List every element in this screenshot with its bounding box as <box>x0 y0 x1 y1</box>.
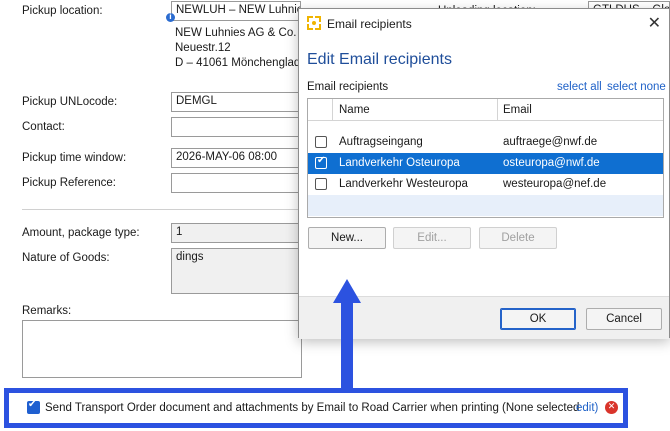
pickup-time-window-label: Pickup time window: <box>22 152 127 164</box>
recipient-row[interactable]: Auftragseingang auftraege@nwf.de <box>308 132 663 153</box>
select-all-link[interactable]: select all <box>557 81 602 93</box>
info-icon[interactable]: i <box>166 13 175 22</box>
error-icon[interactable]: ✕ <box>605 401 618 414</box>
recipient-email: westeuropa@nef.de <box>503 178 607 190</box>
app-icon <box>307 16 321 30</box>
checkmark-icon: ✔ <box>28 399 37 410</box>
delete-button[interactable]: Delete <box>479 227 557 249</box>
column-header-name[interactable]: Name <box>339 104 370 116</box>
recipient-name: Landverkehr Osteuropa <box>339 157 460 169</box>
section-divider <box>22 209 300 210</box>
pickup-time-window-field[interactable]: 2026-MAY-06 08:00 <box>171 148 301 168</box>
recipient-row[interactable]: Landverkehr Westeuropa westeuropa@nef.de <box>308 174 663 195</box>
column-header-email[interactable]: Email <box>503 104 532 116</box>
pickup-location-label: Pickup location: <box>22 5 103 17</box>
select-none-link[interactable]: select none <box>607 81 666 93</box>
contact-label: Contact: <box>22 121 65 133</box>
column-separator <box>497 99 498 121</box>
column-separator <box>332 99 333 121</box>
recipients-grid: Name Email Auftragseingang auftraege@nwf… <box>307 98 664 218</box>
remarks-field[interactable] <box>22 320 302 378</box>
ok-button[interactable]: OK <box>500 308 576 330</box>
up-arrow-annotation-shaft <box>341 300 353 388</box>
close-icon[interactable]: ✕ <box>648 13 661 32</box>
recipient-name: Auftragseingang <box>339 136 423 148</box>
send-email-label: Send Transport Order document and attach… <box>45 402 580 414</box>
recipient-checkbox[interactable] <box>315 178 327 190</box>
pickup-address: NEW Luhnies AG & Co. K Neuestr.12 D – 41… <box>175 26 307 71</box>
dialog-titlebar[interactable]: Email recipients ✕ <box>299 9 669 37</box>
send-email-highlight: ✔ Send Transport Order document and atta… <box>4 388 628 428</box>
dialog-heading: Edit Email recipients <box>307 51 452 68</box>
edit-recipients-link[interactable]: edit) <box>576 402 598 414</box>
send-email-checkbox[interactable]: ✔ <box>27 399 40 414</box>
recipient-row[interactable]: ✔ Landverkehr Osteuropa osteuropa@nwf.de <box>308 153 663 174</box>
recipient-email: auftraege@nwf.de <box>503 136 598 148</box>
address-line: NEW Luhnies AG & Co. K <box>175 27 308 39</box>
recipient-name: Landverkehr Westeuropa <box>339 178 468 190</box>
recipient-checkbox[interactable] <box>315 136 327 148</box>
pickup-reference-label: Pickup Reference: <box>22 177 116 189</box>
recipients-list-label: Email recipients <box>307 81 389 93</box>
edit-button[interactable]: Edit... <box>393 227 471 249</box>
grid-header: Name Email <box>308 99 663 121</box>
new-button[interactable]: New... <box>308 227 386 249</box>
nature-of-goods-field[interactable]: dings <box>171 248 301 294</box>
contact-field[interactable] <box>171 117 301 137</box>
remarks-label: Remarks: <box>22 305 72 317</box>
cancel-button[interactable]: Cancel <box>586 308 662 330</box>
pickup-unlocode-field[interactable]: DEMGL <box>171 92 301 112</box>
recipient-email: osteuropa@nwf.de <box>503 157 600 169</box>
checkmark-icon: ✔ <box>317 155 326 166</box>
address-line: D – 41061 Mönchengladb <box>175 57 307 69</box>
pickup-reference-field[interactable] <box>171 173 301 193</box>
new-row-placeholder[interactable] <box>308 195 663 216</box>
pickup-unlocode-label: Pickup UNLocode: <box>22 96 118 108</box>
recipient-checkbox[interactable]: ✔ <box>315 155 327 169</box>
dialog-title: Email recipients <box>327 17 412 31</box>
address-line: Neuestr.12 <box>175 42 231 54</box>
amount-field[interactable]: 1 <box>171 223 301 243</box>
nature-of-goods-label: Nature of Goods: <box>22 252 110 264</box>
amount-label: Amount, package type: <box>22 227 140 239</box>
pickup-location-field[interactable]: NEWLUH – NEW Luhnies AG <box>171 1 301 21</box>
